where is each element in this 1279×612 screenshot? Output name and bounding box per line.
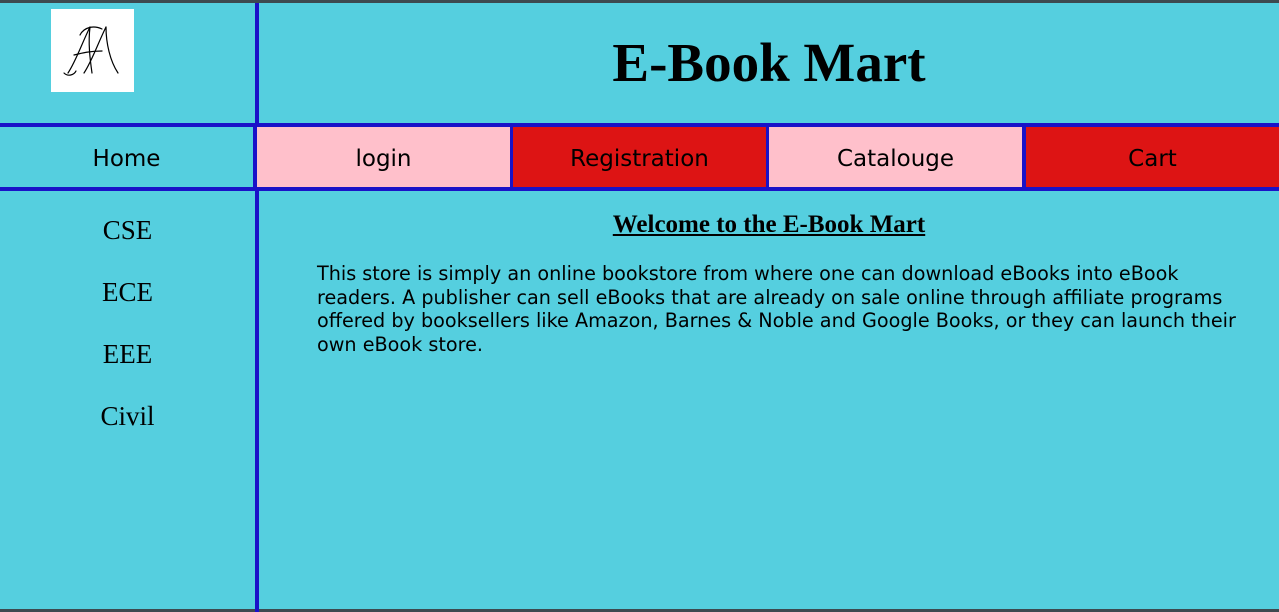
logo[interactable] (51, 9, 134, 92)
header: E-Book Mart (0, 3, 1279, 125)
logo-cell (0, 3, 255, 125)
main-nav: Home login Registration Catalouge Cart (0, 123, 1279, 191)
page: E-Book Mart Home login Registration Cata… (0, 0, 1279, 612)
sidebar-item-ece[interactable]: ECE (0, 277, 255, 308)
about-paragraph: This store is simply an online bookstore… (317, 262, 1236, 356)
site-title: E-Book Mart (612, 31, 926, 93)
sidebar-item-cse[interactable]: CSE (0, 215, 255, 246)
nav-home-link[interactable]: Home (0, 127, 253, 187)
nav-catalogue-link[interactable]: Catalouge (769, 127, 1022, 187)
welcome-heading: Welcome to the E-Book Mart (612, 211, 926, 238)
sidebar-item-eee[interactable]: EEE (0, 339, 255, 370)
monogram-logo-icon (62, 25, 119, 76)
main-content: Welcome to the E-Book Mart This store is… (259, 191, 1279, 609)
nav-registration-link[interactable]: Registration (513, 127, 766, 187)
sidebar: CSE ECE EEE Civil (0, 191, 255, 609)
nav-cart-link[interactable]: Cart (1026, 127, 1279, 187)
sidebar-item-civil[interactable]: Civil (0, 401, 255, 432)
nav-login-link[interactable]: login (257, 127, 510, 187)
